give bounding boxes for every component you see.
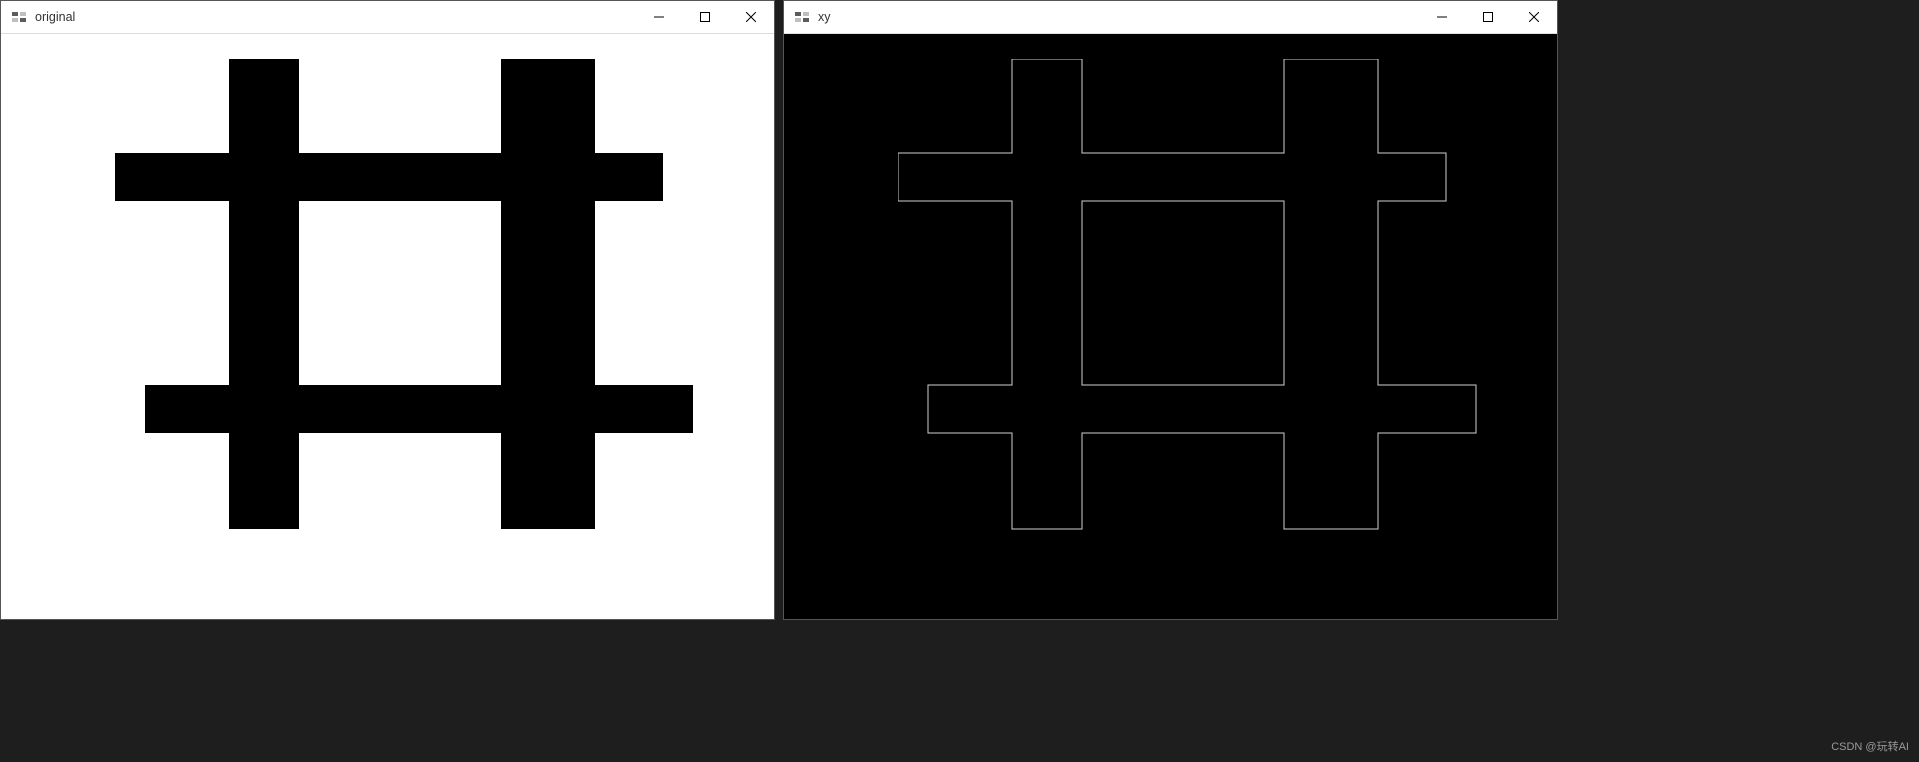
- image-canvas-original: [1, 34, 774, 619]
- cv-window-icon: [794, 9, 810, 25]
- window-title: xy: [818, 10, 831, 24]
- watermark: CSDN @玩转AI: [1831, 738, 1909, 754]
- hash-shape-outline: [898, 59, 1478, 531]
- desktop: original: [0, 0, 1919, 762]
- titlebar[interactable]: xy: [784, 1, 1557, 34]
- minimize-button[interactable]: [1419, 1, 1465, 33]
- title-left: original: [1, 9, 636, 25]
- close-button[interactable]: [728, 1, 774, 33]
- minimize-button[interactable]: [636, 1, 682, 33]
- window-original: original: [0, 0, 775, 620]
- window-controls: [1419, 1, 1557, 33]
- title-left: xy: [784, 9, 1419, 25]
- window-controls: [636, 1, 774, 33]
- cv-window-icon: [11, 9, 27, 25]
- window-title: original: [35, 10, 75, 24]
- image-canvas-xy: [784, 34, 1557, 619]
- window-xy: xy: [783, 0, 1558, 620]
- maximize-button[interactable]: [1465, 1, 1511, 33]
- maximize-button[interactable]: [682, 1, 728, 33]
- titlebar[interactable]: original: [1, 1, 774, 34]
- close-button[interactable]: [1511, 1, 1557, 33]
